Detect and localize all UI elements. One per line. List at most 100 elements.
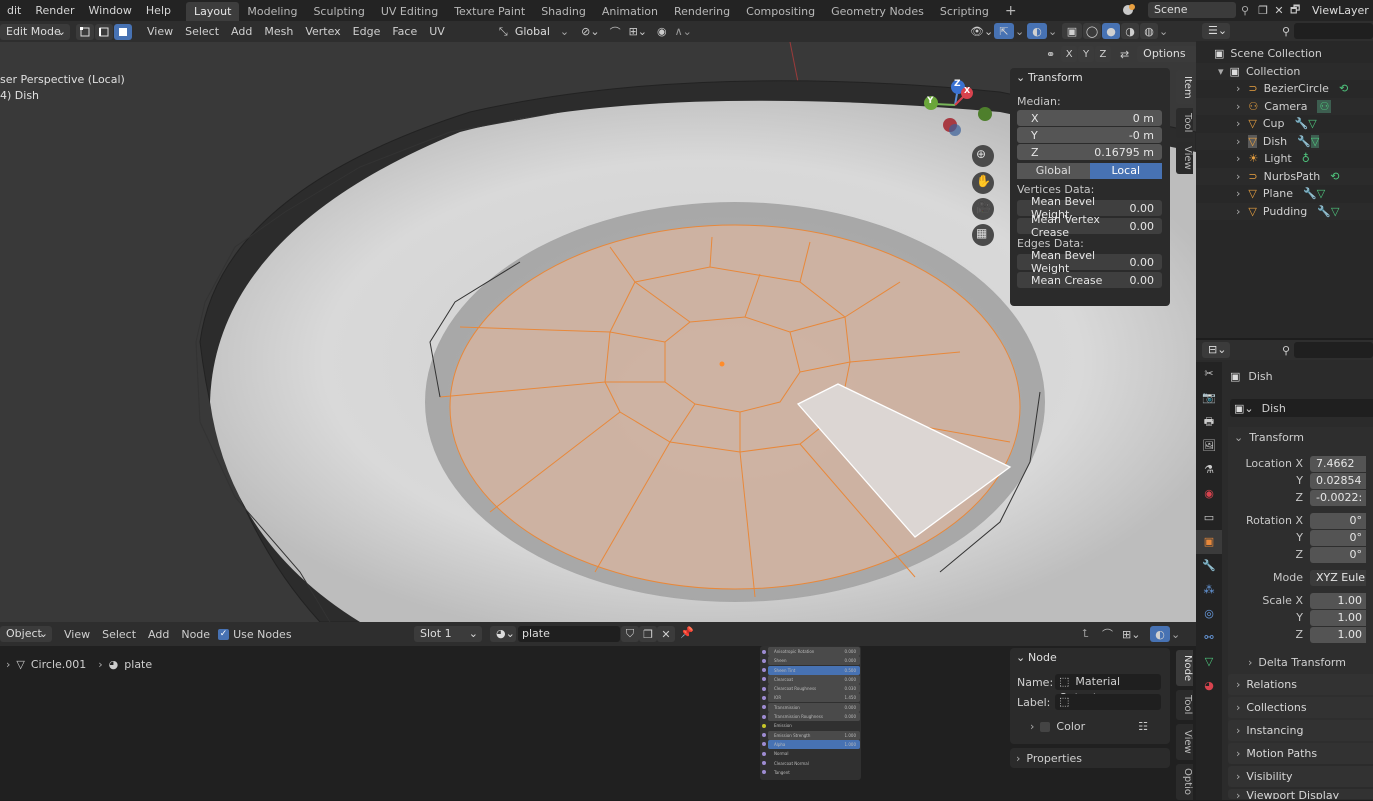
tab-shading[interactable]: Shading [533,2,594,21]
socket-icon[interactable] [762,733,766,738]
snap-icon[interactable]: ⌒ [1102,626,1122,642]
tab-geometry-nodes[interactable]: Geometry Nodes [823,2,932,21]
view-layer-selector[interactable]: 🗗 ViewLayer [1290,1,1369,20]
socket-icon[interactable] [762,686,766,691]
sidebar-tab-item[interactable]: Item [1176,70,1193,104]
output-tab-icon[interactable]: 🖶 [1196,410,1222,434]
node-input-row[interactable]: Clearcoat Roughness 0.030 [762,684,860,694]
tab-modeling[interactable]: Modeling [239,2,305,21]
sidebar-tab-view[interactable]: View [1176,142,1193,174]
outliner-item-camera[interactable]: › ⚇ Camera ⚇ [1196,97,1373,115]
menu-add[interactable]: Add [225,23,258,40]
node-menu-node[interactable]: Node [175,626,216,643]
3d-viewport[interactable]: Z Y X ⊕ ✋ 🎥 ▦ ser Perspective (Local) 4)… [0,42,1196,622]
median-y-field[interactable]: Y -0 m [1017,127,1162,143]
node-input-row[interactable]: Clearcoat 0.000 [762,674,860,684]
socket-icon[interactable] [762,668,766,673]
node-input-row[interactable]: Transmission Roughness 0.000 [762,712,860,722]
properties-display-mode[interactable]: ⊟⌄ [1202,342,1230,358]
mode-selector[interactable]: Edit Mode ⌄ [0,23,70,40]
properties-search-input[interactable] [1294,342,1373,358]
outliner-item-dish[interactable]: › ▽ Dish 🔧 ▽ [1196,132,1373,150]
outliner-item-plane[interactable]: › ▽ Plane 🔧 ▽ [1196,185,1373,203]
location-y-field[interactable]: 0.02854 [1310,472,1366,489]
edge-bevel-weight-field[interactable]: Mean Bevel Weight 0.00 [1017,249,1162,275]
xray-icon[interactable]: ▣ [1062,23,1082,39]
tab-rendering[interactable]: Rendering [666,2,738,21]
node-tab-tool[interactable]: Tool [1176,690,1193,720]
socket-icon[interactable] [762,677,766,682]
global-button[interactable]: Global [1017,163,1090,179]
median-z-field[interactable]: Z 0.16795 m [1017,144,1162,160]
collections-section[interactable]: › Collections [1228,697,1373,718]
tab-sculpting[interactable]: Sculpting [305,2,372,21]
scene-collection-row[interactable]: ▣ Scene Collection [1196,45,1373,63]
rendered-shading-icon[interactable]: ◍ [1140,23,1158,39]
render-tab-icon[interactable]: 📷 [1196,386,1222,410]
menu-help[interactable]: Help [139,0,178,21]
color-checkbox[interactable] [1040,721,1051,732]
menu-uv[interactable]: UV [423,23,451,40]
slot-dropdown[interactable]: Slot 1 ⌄ [414,626,482,642]
camera-view-icon[interactable]: 🎥 [976,200,991,214]
delta-transform-header[interactable]: › Delta Transform [1228,653,1373,671]
node-input-row[interactable]: Tangent [762,768,860,777]
object-name-field[interactable]: ▣⌄ Dish [1230,399,1373,417]
orientation-selector[interactable]: ⤡ Global ⌄ [499,25,569,39]
rotation-y-field[interactable]: 0° [1310,529,1366,546]
overlay-icon[interactable]: ◐ [1150,626,1170,642]
node-tab-view[interactable]: View [1176,724,1193,760]
menu-select[interactable]: Select [179,23,225,40]
mirror-z-toggle[interactable]: Z [1095,46,1111,62]
edge-select-icon[interactable] [95,23,113,40]
mirror-y-toggle[interactable]: Y [1078,46,1095,62]
menu-edge[interactable]: Edge [347,23,387,40]
outliner-item-cup[interactable]: › ▽ Cup 🔧 ▽ [1196,115,1373,133]
socket-icon[interactable] [762,714,766,719]
editor-type-dropdown[interactable]: Object ⌄ [0,626,52,642]
median-x-field[interactable]: X 0 m [1017,110,1162,126]
search-icon[interactable]: ⚲ [1282,25,1290,38]
viewport-display-section[interactable]: › Viewport Display [1228,789,1373,799]
node-input-row[interactable]: Sheen Tint 0.500 [762,665,860,675]
scale-y-field[interactable]: 1.00 [1310,609,1366,626]
scene-selector[interactable]: Scene ⚲ ❐ ✕ [1120,1,1286,19]
socket-icon[interactable] [762,761,766,766]
transform-panel-header[interactable]: ⌄ Transform [1228,427,1373,447]
options-dropdown[interactable]: Options ⌄ [1137,46,1196,76]
rotation-z-field[interactable]: 0° [1310,546,1366,563]
vertex-select-icon[interactable] [76,23,94,40]
pin-icon[interactable]: 📌 [680,626,694,639]
node-tab-node[interactable]: Node [1176,650,1193,686]
node-input-row[interactable]: Sheen 0.000 [762,656,860,666]
rotation-mode-dropdown[interactable]: XYZ Euler [1310,569,1366,586]
falloff-icon[interactable]: ∧⌄ [675,25,692,38]
menu-vertex[interactable]: Vertex [299,23,346,40]
node-color-row[interactable]: › Color ☷ [1010,720,1170,733]
tab-scripting[interactable]: Scripting [932,2,997,21]
node-panel-header[interactable]: ⌄ Node [1010,648,1170,668]
pin-icon[interactable]: ⚲ [1236,4,1254,17]
location-x-field[interactable]: 7.4662 [1310,455,1366,472]
grid-view-icon[interactable]: ▦ [976,226,987,240]
pan-hand-icon[interactable]: ✋ [976,174,991,188]
tool-tab-icon[interactable]: ✂ [1196,362,1222,386]
topology-mirror-icon[interactable]: ⇄ [1120,48,1129,61]
socket-icon[interactable] [762,723,766,728]
face-select-icon[interactable] [114,23,132,40]
gizmo-icon[interactable]: ⇱ [994,23,1014,39]
motion-paths-section[interactable]: › Motion Paths [1228,743,1373,764]
outliner-item-pudding[interactable]: › ▽ Pudding 🔧 ▽ [1196,202,1373,220]
menu-render[interactable]: Render [28,0,81,21]
scene-name-field[interactable]: Scene [1148,2,1236,18]
outliner-item-nurbspath[interactable]: › ⊃ NurbsPath ⟲ [1196,167,1373,185]
node-menu-view[interactable]: View [58,626,96,643]
node-menu-select[interactable]: Select [96,626,142,643]
principled-bsdf-node[interactable]: Anisotropic Rotation 0.000 Sheen 0.000 Sheen… [760,646,861,780]
chevron-down-icon[interactable]: ⌄ [1159,25,1173,38]
socket-icon[interactable] [762,705,766,710]
node-input-row[interactable]: Anisotropic Rotation 0.000 [762,647,860,656]
node-input-row[interactable]: Normal [762,749,860,758]
menu-face[interactable]: Face [386,23,423,40]
node-input-row[interactable]: Alpha 1.000 [762,739,860,749]
